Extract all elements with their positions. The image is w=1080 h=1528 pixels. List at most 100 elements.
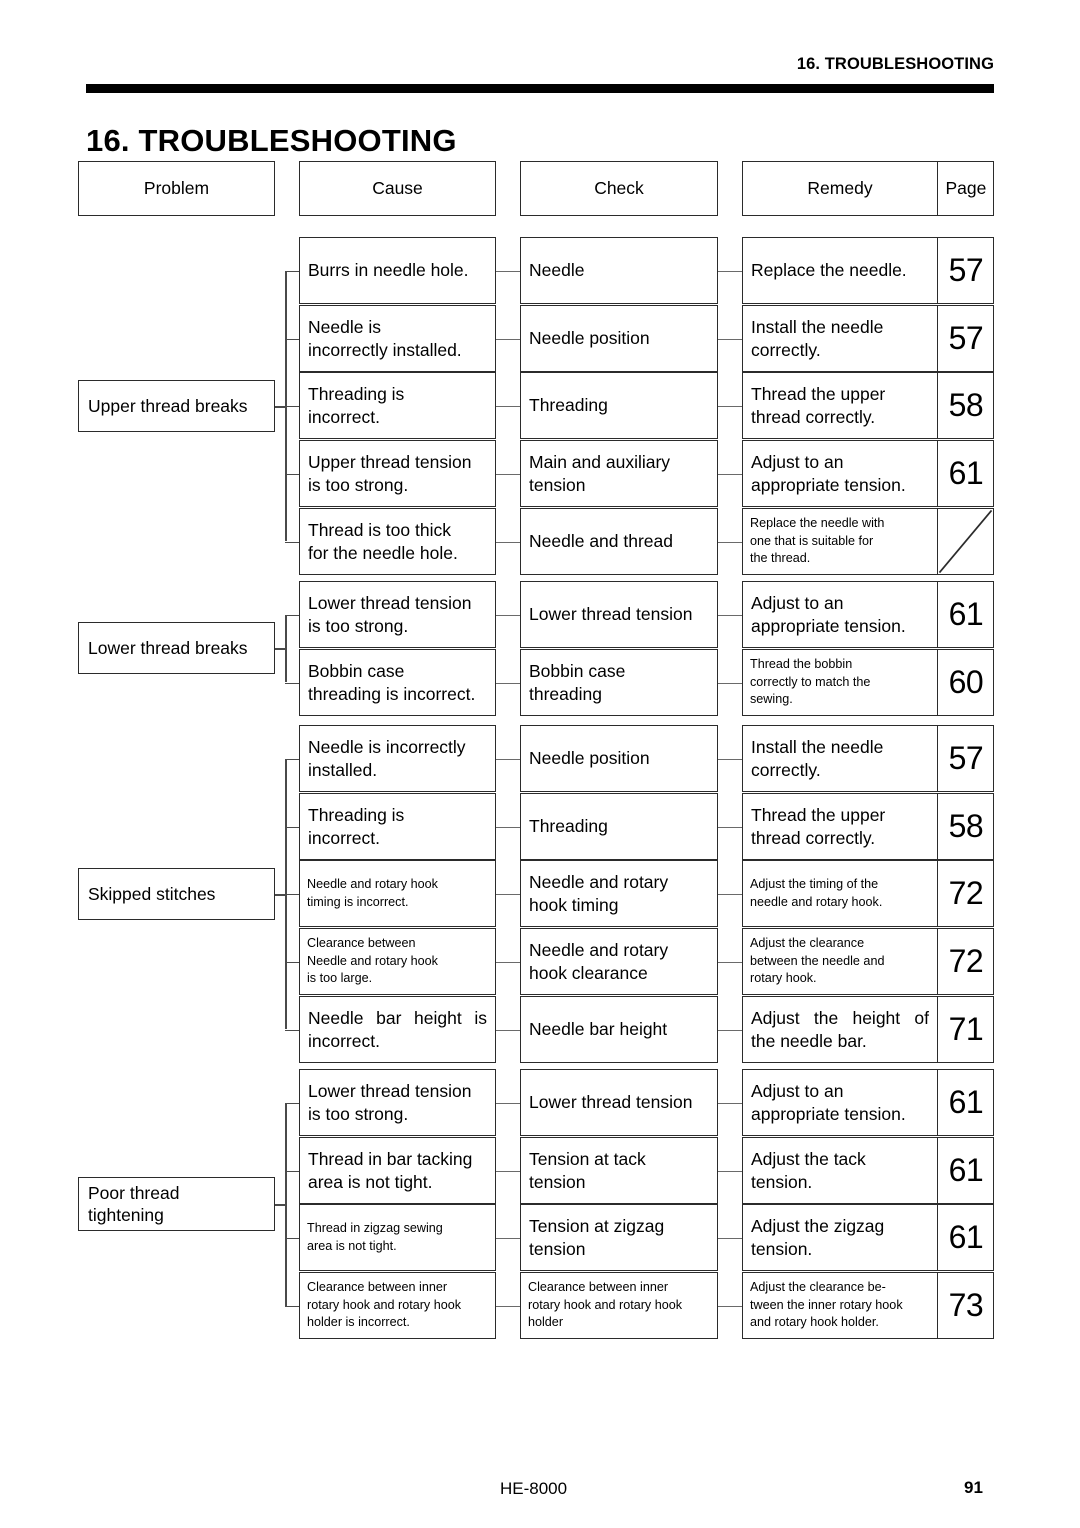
remedy-cell: Install the needle correctly. (742, 305, 938, 372)
connector-cause-check (495, 961, 520, 964)
connector-check-remedy (718, 473, 743, 476)
cell-line: Needle and rotary hook (307, 877, 438, 892)
cell-line: is too large. (307, 971, 373, 986)
page-cell (937, 508, 995, 575)
cell-line: needle and rotary hook. (750, 894, 883, 909)
check-cell: Tension at zigzag tension (520, 1204, 718, 1271)
cause-cell: Needle is incorrectly installed. (299, 305, 496, 372)
remedy-cell: Thread the upper thread correctly. (742, 372, 938, 439)
check-cell: Main and auxiliary tension (520, 440, 718, 507)
connector-check-remedy (718, 758, 743, 761)
cell-line: Burrs in needle hole. (308, 260, 469, 281)
cell-line: Threading is (308, 383, 405, 404)
problem-label: Poor thread tightening (88, 1182, 180, 1225)
page-cell: 72 (937, 860, 995, 927)
cell-line: Needle is (308, 316, 381, 337)
check-cell: Lower thread tension (520, 581, 718, 648)
problem-box: Upper thread breaks (78, 380, 275, 432)
problem-box: Lower thread breaks (78, 622, 275, 674)
cell-line: Lower thread tension (308, 592, 472, 613)
cell-line: appropriate tension. (751, 615, 906, 636)
connector-stub-problem (275, 648, 286, 650)
cell-line: timing is incorrect. (307, 894, 409, 909)
cell-line: Thread the upper (751, 383, 886, 404)
remedy-cell: Adjust to an appropriate tension. (742, 1069, 938, 1136)
cell-line: Adjust the timing of the (750, 877, 879, 892)
cell-line: Tension at tack (529, 1148, 646, 1169)
problem-label: Upper thread breaks (88, 395, 248, 416)
cause-cell: Thread in bar tacking area is not tight. (299, 1137, 496, 1204)
footer-model: HE-8000 (500, 1479, 568, 1498)
cell-line: and rotary hook holder. (750, 1315, 879, 1330)
cell-line: Upper thread tension (308, 451, 472, 472)
connector-check-remedy (718, 961, 743, 964)
cell-line: Adjust the clearance be- (750, 1280, 886, 1295)
page-cell: 60 (937, 649, 995, 716)
cell-line: Adjust the zigzag (751, 1215, 885, 1236)
problem-label: Skipped stitches (88, 883, 216, 904)
connector-check-remedy (718, 1170, 743, 1173)
check-cell: Clearance between inner rotary hook and r… (520, 1272, 718, 1339)
cell-line: tension. (751, 1171, 813, 1192)
cell-line: appropriate tension. (751, 474, 906, 495)
page-cell: 61 (937, 1137, 995, 1204)
cell-line: incorrectly installed. (308, 339, 462, 360)
connector-stub-row (285, 682, 300, 685)
connector-check-remedy (718, 1305, 743, 1308)
check-cell: Needle position (520, 305, 718, 372)
connector-check-remedy (718, 682, 743, 685)
check-cell: Needle and rotary hook clearance (520, 928, 718, 995)
cell-line: tension (529, 1171, 586, 1192)
remedy-cell: Adjust to an appropriate tension. (742, 440, 938, 507)
page-cell: 57 (937, 237, 995, 304)
connector-stub-row (285, 338, 300, 341)
connector-cause-check (495, 614, 520, 617)
connector-cause-check (495, 541, 520, 544)
cause-cell: Needle and rotary hook timing is incorrec… (299, 860, 496, 927)
cell-line: the thread. (750, 551, 811, 566)
check-cell: Needle (520, 237, 718, 304)
cell-line: Lower thread tension (529, 604, 693, 625)
remedy-cell: Install the needle correctly. (742, 725, 938, 792)
cell-line: is too strong. (308, 615, 409, 636)
cell-line: thread correctly. (751, 827, 876, 848)
cell-line: correctly. (751, 759, 821, 780)
connector-stub-row (285, 1237, 300, 1240)
connector-check-remedy (718, 338, 743, 341)
cause-cell: Thread in zigzag sewing area is not tight… (299, 1204, 496, 1271)
connector-stub-row (285, 270, 300, 273)
page-cell: 57 (937, 305, 995, 372)
page-cell: 61 (937, 1204, 995, 1271)
cell-line: Needle and thread (529, 531, 673, 552)
cause-cell: Threading is incorrect. (299, 372, 496, 439)
connector-check-remedy (718, 893, 743, 896)
connector-check-remedy (718, 1237, 743, 1240)
check-cell: Bobbin case threading (520, 649, 718, 716)
cell-line: is too strong. (308, 1103, 409, 1124)
cell-line: Clearance between inner (528, 1280, 669, 1295)
page-cell: 58 (937, 372, 995, 439)
connector-stub-row (285, 405, 300, 408)
remedy-cell: Adjust the height of the needle bar. (742, 996, 938, 1063)
cell-line: Replace the needle with (750, 516, 885, 531)
check-cell: Tension at tack tension (520, 1137, 718, 1204)
remedy-cell: Adjust the timing of the needle and rotar… (742, 860, 938, 927)
remedy-cell: Adjust the zigzag tension. (742, 1204, 938, 1271)
cell-line: Needle and rotary (529, 939, 669, 960)
cell-line: Main and auxiliary (529, 451, 671, 472)
page-cell: 61 (937, 1069, 995, 1136)
cell-line: incorrect. (308, 406, 380, 427)
cell-line: Lower thread tension (308, 1080, 472, 1101)
cell-line: tension. (751, 1238, 813, 1259)
cell-line: the needle bar. (751, 1030, 867, 1051)
cell-line: Needle (529, 260, 585, 281)
cell-line: Adjust to an (751, 592, 844, 613)
problem-box: Skipped stitches (78, 868, 275, 920)
cell-line: for the needle hole. (308, 542, 458, 563)
cell-line: Needle position (529, 328, 650, 349)
connector-cause-check (495, 1029, 520, 1032)
remedy-cell: Replace the needle with one that is suita… (742, 508, 938, 575)
cell-line: thread correctly. (751, 406, 876, 427)
remedy-cell: Adjust to an appropriate tension. (742, 581, 938, 648)
cell-line: Needle is incorrectly (308, 736, 466, 757)
